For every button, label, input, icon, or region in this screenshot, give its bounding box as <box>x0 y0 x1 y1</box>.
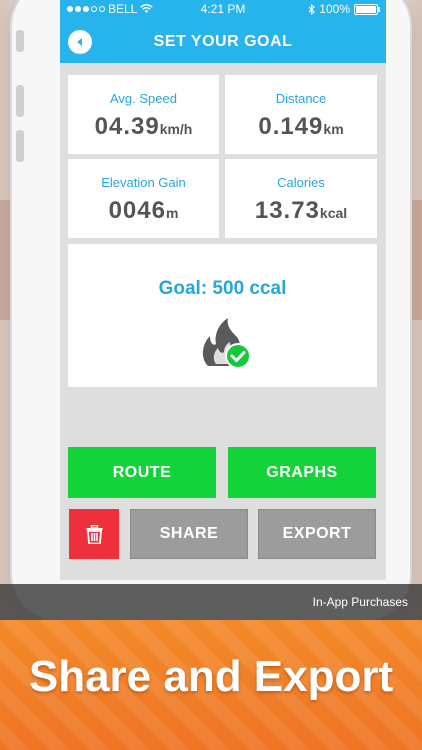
stat-label: Elevation Gain <box>101 175 186 190</box>
app-screen: BELL 4:21 PM 100% SET YOUR GOAL Avg. Spe… <box>60 0 386 580</box>
stat-value: 0046m <box>108 197 179 224</box>
stat-card-avg-speed: Avg. Speed 04.39km/h <box>68 75 219 154</box>
delete-button[interactable] <box>69 509 119 559</box>
battery-icon <box>354 3 380 15</box>
trash-icon <box>86 524 102 544</box>
stat-label: Avg. Speed <box>110 91 177 106</box>
goal-label: Goal: 500 ccal <box>158 278 287 299</box>
flame-check-icon <box>202 318 251 369</box>
status-bar: BELL 4:21 PM 100% <box>60 0 386 21</box>
route-button[interactable]: ROUTE <box>68 447 216 498</box>
nav-bar: SET YOUR GOAL <box>60 21 386 63</box>
stat-card-distance: Distance 0.149km <box>225 75 377 154</box>
mute-switch <box>16 30 24 52</box>
stat-card-elevation-gain: Elevation Gain 0046m <box>68 159 219 238</box>
volume-up-button <box>16 85 24 117</box>
battery-percent: 100% <box>319 2 350 16</box>
stat-value: 13.73kcal <box>254 197 348 224</box>
export-button[interactable]: EXPORT <box>258 509 376 559</box>
bluetooth-icon <box>308 3 316 15</box>
volume-down-button <box>16 130 24 162</box>
in-app-purchases-bar: In-App Purchases <box>0 584 422 620</box>
promo-banner: Share and Export <box>0 620 422 750</box>
stat-value: 04.39km/h <box>94 113 193 140</box>
goal-card[interactable]: Goal: 500 ccal <box>68 244 377 387</box>
banner-caption: Share and Export <box>28 652 394 701</box>
page-title: SET YOUR GOAL <box>153 33 293 50</box>
stat-label: Calories <box>277 175 325 190</box>
graphs-button[interactable]: GRAPHS <box>228 447 376 498</box>
phone-frame: BELL 4:21 PM 100% SET YOUR GOAL Avg. Spe… <box>12 0 410 620</box>
in-app-purchases-label: In-App Purchases <box>312 595 408 609</box>
stat-label: Distance <box>275 91 327 106</box>
share-button[interactable]: SHARE <box>130 509 248 559</box>
stat-value: 0.149km <box>258 113 344 140</box>
stat-card-calories: Calories 13.73kcal <box>225 159 377 238</box>
